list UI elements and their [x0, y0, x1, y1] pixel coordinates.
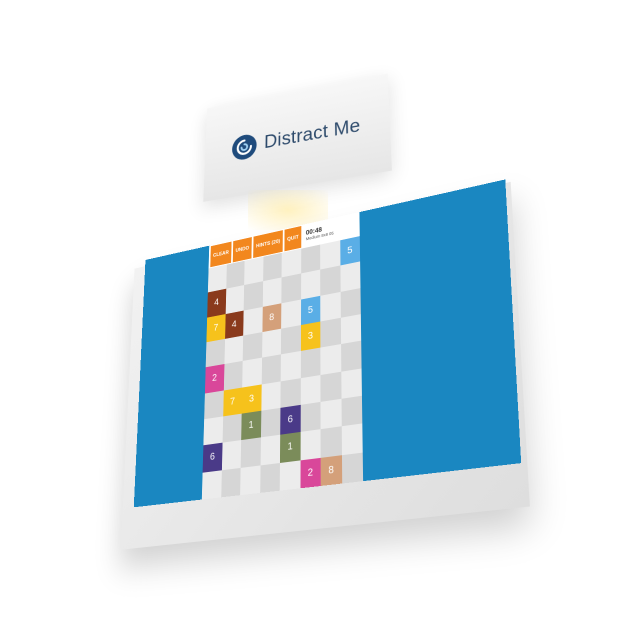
board-cell[interactable] [320, 426, 342, 458]
board-cell[interactable] [259, 462, 280, 493]
board-cell[interactable] [320, 398, 342, 430]
board-cell[interactable] [340, 314, 362, 345]
board-cell[interactable] [320, 371, 342, 402]
board-cell[interactable] [223, 361, 243, 391]
board-cell[interactable] [260, 407, 281, 438]
board-cell[interactable] [221, 440, 242, 470]
board-cell[interactable] [220, 467, 241, 498]
board-cell[interactable] [300, 374, 321, 405]
board-cell[interactable] [242, 332, 262, 362]
stage: Distract Me CLEAR UNDO HINTS (20) QUIT 0… [0, 0, 640, 631]
number-tile[interactable]: 2 [204, 364, 225, 394]
board-cell[interactable] [300, 347, 321, 378]
game-panel: CLEAR UNDO HINTS (20) QUIT 00:48 Medium … [201, 212, 364, 500]
screen-wrap: CLEAR UNDO HINTS (20) QUIT 00:48 Medium … [0, 0, 640, 631]
board-cell[interactable] [243, 281, 263, 311]
game-board: 5474853273166128 [201, 236, 364, 500]
number-tile[interactable]: 6 [202, 443, 223, 473]
number-tile[interactable]: 7 [206, 313, 226, 343]
board-cell[interactable] [320, 291, 341, 322]
number-tile[interactable]: 7 [222, 387, 243, 417]
number-tile[interactable]: 1 [241, 410, 261, 441]
quit-button[interactable]: QUIT [284, 225, 302, 252]
board-cell[interactable] [242, 357, 262, 388]
number-tile[interactable]: 2 [300, 457, 321, 489]
board-cell[interactable] [260, 435, 281, 466]
board-cell[interactable] [340, 340, 362, 372]
number-tile[interactable]: 3 [241, 384, 262, 414]
board-cell[interactable] [279, 460, 301, 491]
board-cell[interactable] [281, 299, 301, 329]
left-panel [133, 245, 210, 508]
board-cell[interactable] [300, 401, 321, 433]
board-cell[interactable] [261, 328, 282, 358]
number-tile[interactable]: 8 [320, 454, 342, 486]
board-cell[interactable] [222, 413, 242, 444]
board-cell[interactable] [260, 381, 281, 411]
board-cell[interactable] [280, 325, 301, 355]
number-tile[interactable]: 4 [224, 310, 244, 339]
number-tile[interactable]: 6 [280, 404, 301, 436]
board-cell[interactable] [320, 317, 341, 348]
right-panel [359, 179, 522, 482]
board-cell[interactable] [203, 416, 223, 446]
board-cell[interactable] [281, 273, 301, 304]
board-cell[interactable] [204, 390, 224, 420]
board-cell[interactable] [340, 287, 361, 318]
board-cell[interactable] [262, 277, 282, 307]
number-tile[interactable]: 5 [300, 295, 321, 326]
board-cell[interactable] [320, 344, 341, 375]
number-tile[interactable]: 3 [300, 321, 321, 352]
board-cell[interactable] [243, 306, 263, 336]
number-tile[interactable]: 8 [261, 303, 282, 333]
board-cell[interactable] [320, 265, 341, 296]
board-cell[interactable] [280, 377, 301, 408]
board-cell[interactable] [340, 368, 362, 399]
game-screen: CLEAR UNDO HINTS (20) QUIT 00:48 Medium … [133, 179, 522, 508]
board-cell[interactable] [300, 269, 321, 300]
board-cell[interactable] [261, 354, 281, 385]
number-tile[interactable]: 1 [279, 432, 301, 463]
board-cell[interactable] [280, 351, 301, 382]
board-cell[interactable] [224, 335, 244, 365]
board-cell[interactable] [240, 437, 261, 468]
board-cell[interactable] [205, 338, 225, 368]
board-cell[interactable] [240, 465, 261, 496]
board-cell[interactable] [341, 452, 364, 484]
board-cell[interactable] [341, 395, 363, 427]
board-cell[interactable] [341, 423, 363, 455]
board-cell[interactable] [300, 429, 321, 461]
board-cell[interactable] [201, 469, 222, 500]
